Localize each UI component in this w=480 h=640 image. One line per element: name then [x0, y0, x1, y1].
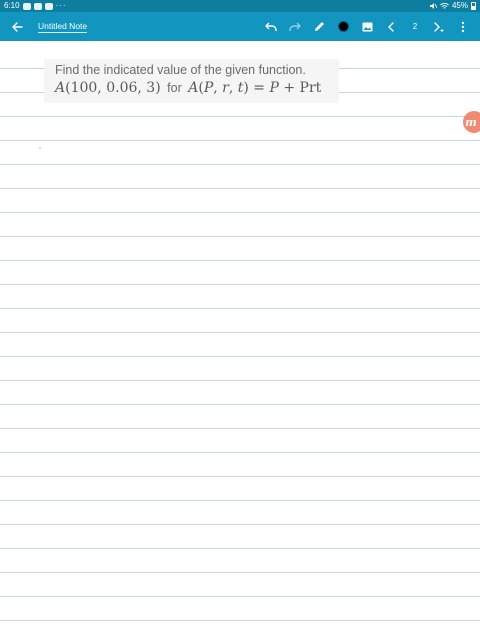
toolbar-actions: 2	[258, 12, 474, 41]
page-number: 2	[412, 22, 418, 31]
notification-icon	[22, 2, 31, 10]
floating-app-button[interactable]: m	[463, 111, 480, 133]
status-right: 45%	[429, 0, 476, 12]
app-logo-icon: m	[465, 115, 477, 129]
question-prompt: Find the indicated value of the given fu…	[55, 63, 306, 77]
redo-button[interactable]	[284, 16, 306, 38]
undo-button[interactable]	[260, 16, 282, 38]
pencil-icon	[314, 22, 324, 31]
wifi-icon	[440, 3, 449, 9]
arrow-left-icon	[12, 21, 23, 32]
app-toolbar: Untitled Note 2	[0, 12, 480, 41]
status-bar: 6:10 ··· 45%	[0, 0, 480, 12]
image-icon	[362, 22, 372, 31]
redo-icon	[289, 22, 301, 31]
note-title-field[interactable]: Untitled Note	[38, 21, 88, 33]
chevron-right-plus-icon	[434, 21, 444, 32]
status-time: 6:10	[4, 1, 20, 10]
back-button[interactable]	[6, 16, 28, 38]
next-page-button[interactable]	[428, 16, 450, 38]
previous-page-button[interactable]	[380, 16, 402, 38]
more-notifications: ···	[55, 1, 67, 10]
mute-icon	[429, 3, 437, 9]
more-vertical-icon	[461, 21, 465, 32]
battery-percent: 45%	[451, 1, 468, 10]
pen-tool-button[interactable]	[308, 16, 330, 38]
chevron-left-icon	[388, 21, 394, 32]
status-left: 6:10 ···	[4, 0, 67, 12]
function-definition-expression: A(P, r, t) = P + Prt	[188, 80, 322, 96]
pen-color-button[interactable]	[332, 16, 354, 38]
battery-icon	[471, 2, 476, 10]
question-card[interactable]: Find the indicated value of the given fu…	[44, 59, 339, 103]
lined-note-canvas[interactable]	[0, 41, 480, 640]
undo-icon	[265, 22, 277, 31]
function-call-expression: A(100, 0.06, 3)	[55, 80, 161, 96]
ink-dot	[39, 147, 41, 149]
question-connector: for	[167, 81, 182, 95]
insert-image-button[interactable]	[356, 16, 378, 38]
color-swatch	[337, 21, 349, 32]
question-expression: A(100, 0.06, 3) for A(P, r, t) = P + Prt	[55, 79, 339, 98]
overflow-menu-button[interactable]	[452, 16, 474, 38]
message-notification-icon	[44, 2, 53, 10]
gallery-notification-icon	[33, 2, 42, 10]
